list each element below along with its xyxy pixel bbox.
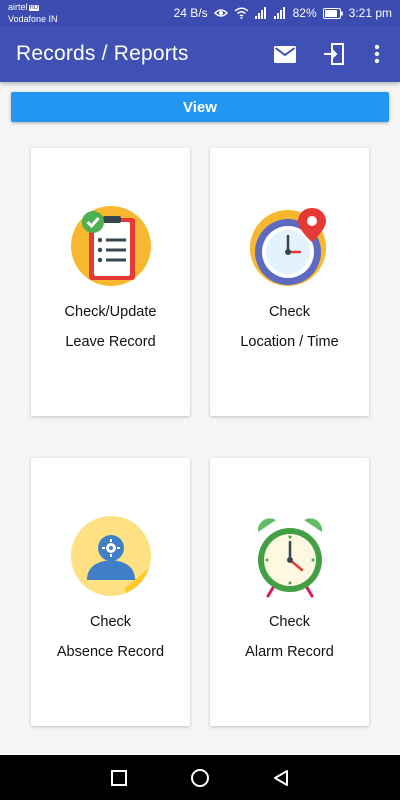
status-bar: airtel HD Vodafone IN 24 B/s 82% 3:21 pm [0,0,400,26]
card-title: Check [89,614,132,630]
alarm-record-card[interactable]: Check Alarm Record [210,458,369,726]
back-button[interactable] [268,765,294,791]
leave-record-card[interactable]: Check/Update Leave Record [31,148,190,416]
card-title: Check/Update [64,304,157,320]
absence-record-icon [71,516,151,596]
card-title: Check [268,304,311,320]
wifi-icon [234,7,249,19]
card-subtitle: Alarm Record [245,644,334,660]
network-speed: 24 B/s [173,6,208,20]
eye-icon [213,9,228,17]
more-options-button[interactable] [363,40,391,68]
recents-button[interactable] [106,765,132,791]
card-title: Check [268,614,311,630]
alarm-clock-icon [257,518,323,598]
battery-percent: 82% [292,6,317,20]
system-nav-bar [0,755,400,800]
more-vert-icon [374,44,380,64]
location-time-icon [250,208,326,286]
leave-record-icon [71,206,151,286]
signal-icon [254,7,266,19]
mail-icon [274,45,296,63]
carrier-primary: airtel HD [8,2,40,12]
mail-button[interactable] [271,40,299,68]
home-button[interactable] [187,765,213,791]
logout-button[interactable] [320,40,348,68]
hd-badge: HD [28,5,40,11]
page-title: Records / Reports [16,42,189,65]
card-subtitle: Absence Record [56,644,165,660]
view-button[interactable]: View [11,92,389,122]
battery-icon [322,7,343,19]
card-subtitle: Location / Time [240,334,339,350]
home-icon [191,769,209,787]
location-time-card[interactable]: Check Location / Time [210,148,369,416]
app-bar: Records / Reports [0,26,400,82]
signal-icon [273,7,285,19]
back-icon [274,770,288,786]
absence-record-card[interactable]: Check Absence Record [31,458,190,726]
card-subtitle: Leave Record [65,334,156,350]
status-icons: 24 B/s 82% 3:21 pm [174,5,392,21]
carrier-secondary: Vodafone IN [8,14,58,24]
logout-icon [324,43,344,65]
clock: 3:21 pm [348,6,392,20]
recents-icon [111,770,127,786]
